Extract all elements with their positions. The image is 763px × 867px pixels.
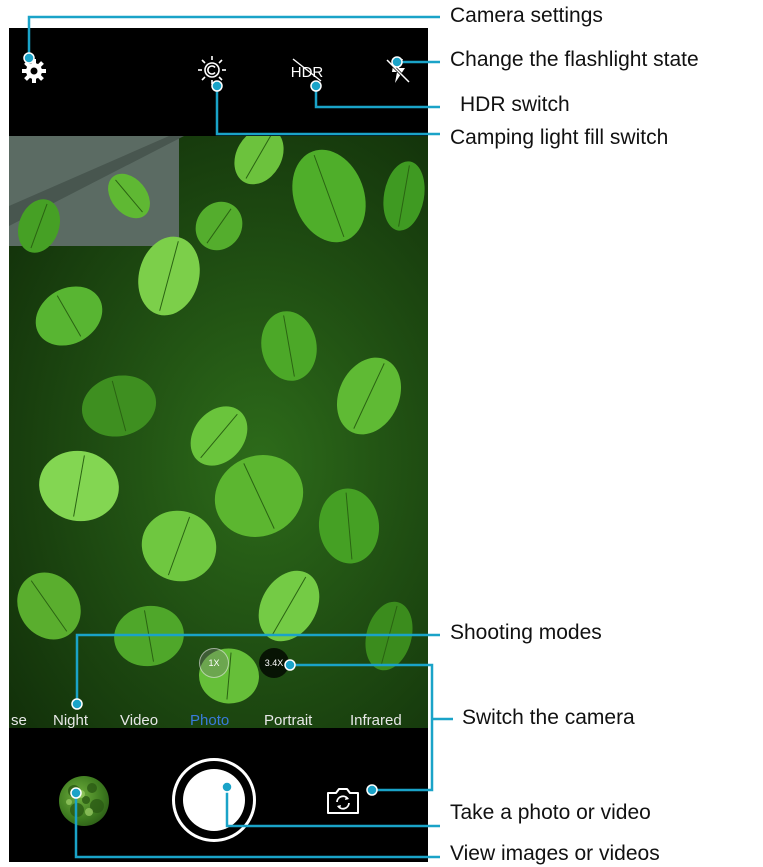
leader-fill-light <box>215 86 440 136</box>
callout-hdr-switch: HDR switch <box>460 93 570 116</box>
callout-camera-settings: Camera settings <box>450 4 603 27</box>
callout-flashlight: Change the flashlight state <box>450 48 699 71</box>
callout-switch-camera: Switch the camera <box>462 706 635 729</box>
leader-switch <box>290 663 434 792</box>
callout-view-images: View images or videos <box>450 842 660 865</box>
leader-modes <box>75 633 440 704</box>
leader-settings <box>27 15 440 58</box>
callout-take-photo: Take a photo or video <box>450 801 651 824</box>
callout-fill-light: Camping light fill switch <box>450 126 669 149</box>
leader-hdr <box>314 86 440 109</box>
callout-shooting-modes: Shooting modes <box>450 621 602 644</box>
leader-shutter <box>225 787 440 828</box>
